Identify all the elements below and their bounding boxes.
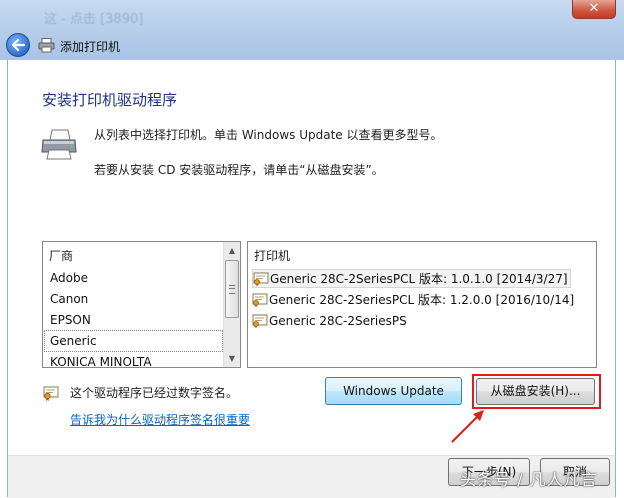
signature-status-text: 这个驱动程序已经过数字签名。 [70,386,239,400]
manufacturer-scrollbar[interactable]: ▲ ▼ [223,242,240,367]
printer-item-label: Generic 28C-2SeriesPS [269,313,407,328]
title-bar: 这 - 点击 [3890] ✕ 添加打印机 [0,0,624,60]
manufacturer-list-header: 厂商 [49,249,74,263]
printer-item-label: Generic 28C-2SeriesPCL 版本: 1.2.0.0 [2016… [269,293,575,307]
printer-item-label: Generic 28C-2SeriesPCL 版本: 1.0.1.0 [2014… [270,272,568,286]
list-item-konica-minolta[interactable]: KONICA MINOLTA [50,355,152,369]
window-title: 添加打印机 [60,40,121,54]
printer-item-pcl-1010[interactable]: Generic 28C-2SeriesPCL 版本: 1.0.1.0 [2014… [252,269,571,288]
printer-icon [38,38,55,53]
printer-list-header: 打印机 [254,249,291,263]
list-item-canon[interactable]: Canon [50,292,88,306]
highlight-box [472,374,601,409]
red-arrow-icon [451,410,484,443]
list-item-epson[interactable]: EPSON [50,313,91,327]
scroll-down-arrow-icon[interactable]: ▼ [224,350,240,367]
scroll-up-arrow-icon[interactable]: ▲ [224,242,240,259]
printer-icon [41,129,77,160]
list-item-generic[interactable]: Generic [50,334,97,348]
instruction-text: 从列表中选择打印机。单击 Windows Update 以查看更多型号。 [94,128,443,142]
certificate-icon [252,293,268,307]
close-button[interactable]: ✕ [572,0,616,19]
signature-help-link[interactable]: 告诉我为什么驱动程序签名很重要 [70,411,250,428]
back-button[interactable] [6,33,30,57]
printer-item-pcl-1200[interactable]: Generic 28C-2SeriesPCL 版本: 1.2.0.0 [2016… [252,290,574,309]
list-item-adobe[interactable]: Adobe [50,271,88,285]
page-title: 安装打印机驱动程序 [42,91,178,109]
instruction-text-cd: 若要从安装 CD 安装驱动程序，请单击“从磁盘安装”。 [94,163,384,177]
grip-icon [229,285,235,294]
scrollbar-thumb[interactable] [225,260,239,318]
blurred-window-title: 这 - 点击 [3890] [44,12,144,27]
back-arrow-icon [11,39,25,51]
manufacturer-listbox[interactable]: 厂商 Adobe Canon EPSON Generic KONICA MINO… [42,241,241,369]
windows-update-button[interactable]: Windows Update [325,377,462,405]
certificate-icon [252,314,268,328]
printer-listbox[interactable]: 打印机 Generic 28C-2SeriesPCL 版本: 1.0.1.0 [… [247,241,597,368]
certificate-icon [43,386,59,401]
certificate-icon [253,272,269,286]
watermark: 头条号 / 凡人凡言 [460,470,598,489]
printer-item-ps[interactable]: Generic 28C-2SeriesPS [252,311,407,330]
